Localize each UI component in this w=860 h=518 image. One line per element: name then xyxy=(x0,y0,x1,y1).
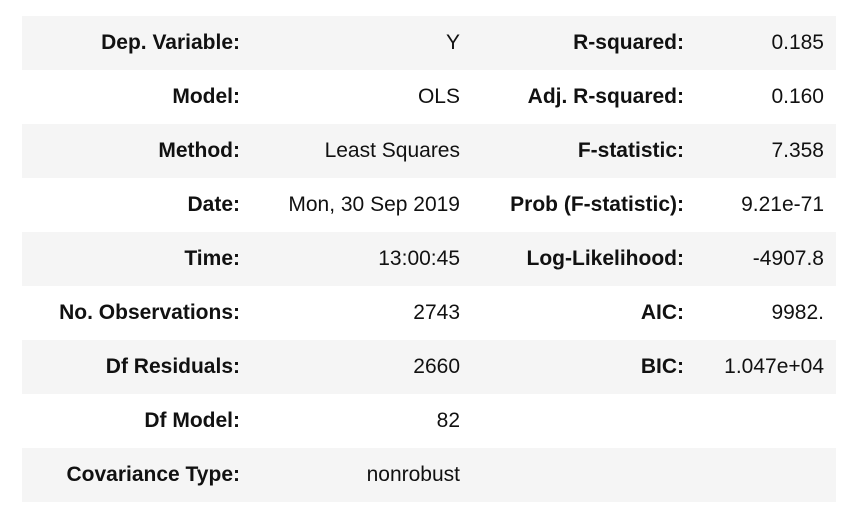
method-value: Least Squares xyxy=(324,139,460,162)
f-statistic-label: F-statistic: xyxy=(577,139,684,162)
time-value: 13:00:45 xyxy=(378,247,460,270)
log-likelihood-label: Log-Likelihood: xyxy=(526,247,684,270)
table-row: Method: Least Squares F-statistic: 7.358 xyxy=(22,124,836,178)
df-model-value: 82 xyxy=(436,409,460,432)
prob-f-statistic-value: 9.21e-71 xyxy=(741,193,824,216)
table-row: Df Model: 82 xyxy=(22,394,836,448)
aic-value: 9982. xyxy=(771,301,824,324)
log-likelihood-value: -4907.8 xyxy=(752,247,824,270)
f-statistic-value: 7.358 xyxy=(771,139,824,162)
r-squared-value: 0.185 xyxy=(771,31,824,54)
dep-variable-label: Dep. Variable: xyxy=(101,31,240,54)
bic-value: 1.047e+04 xyxy=(724,355,824,378)
prob-f-statistic-label: Prob (F-statistic): xyxy=(510,193,684,216)
bic-label: BIC: xyxy=(640,355,684,378)
table-row: Time: 13:00:45 Log-Likelihood: -4907.8 xyxy=(22,232,836,286)
df-model-label: Df Model: xyxy=(144,409,240,432)
adj-r-squared-label: Adj. R-squared: xyxy=(527,85,684,108)
df-residuals-label: Df Residuals: xyxy=(105,355,240,378)
df-residuals-value: 2660 xyxy=(413,355,460,378)
regression-summary-table: Dep. Variable: Y R-squared: 0.185 Model:… xyxy=(22,16,836,502)
table-row: Model: OLS Adj. R-squared: 0.160 xyxy=(22,70,836,124)
no-observations-value: 2743 xyxy=(413,301,460,324)
table-row: Date: Mon, 30 Sep 2019 Prob (F-statistic… xyxy=(22,178,836,232)
adj-r-squared-value: 0.160 xyxy=(771,85,824,108)
model-label: Model: xyxy=(172,85,240,108)
covariance-type-value: nonrobust xyxy=(366,463,460,486)
r-squared-label: R-squared: xyxy=(573,31,684,54)
aic-label: AIC: xyxy=(640,301,684,324)
table-row: Dep. Variable: Y R-squared: 0.185 xyxy=(22,16,836,70)
model-value: OLS xyxy=(417,85,460,108)
date-label: Date: xyxy=(187,193,240,216)
no-observations-label: No. Observations: xyxy=(59,301,240,324)
method-label: Method: xyxy=(158,139,240,162)
covariance-type-label: Covariance Type: xyxy=(66,463,240,486)
time-label: Time: xyxy=(184,247,240,270)
date-value: Mon, 30 Sep 2019 xyxy=(288,193,460,216)
table-row: No. Observations: 2743 AIC: 9982. xyxy=(22,286,836,340)
dep-variable-value: Y xyxy=(445,31,460,54)
table-row: Covariance Type: nonrobust xyxy=(22,448,836,502)
table-row: Df Residuals: 2660 BIC: 1.047e+04 xyxy=(22,340,836,394)
